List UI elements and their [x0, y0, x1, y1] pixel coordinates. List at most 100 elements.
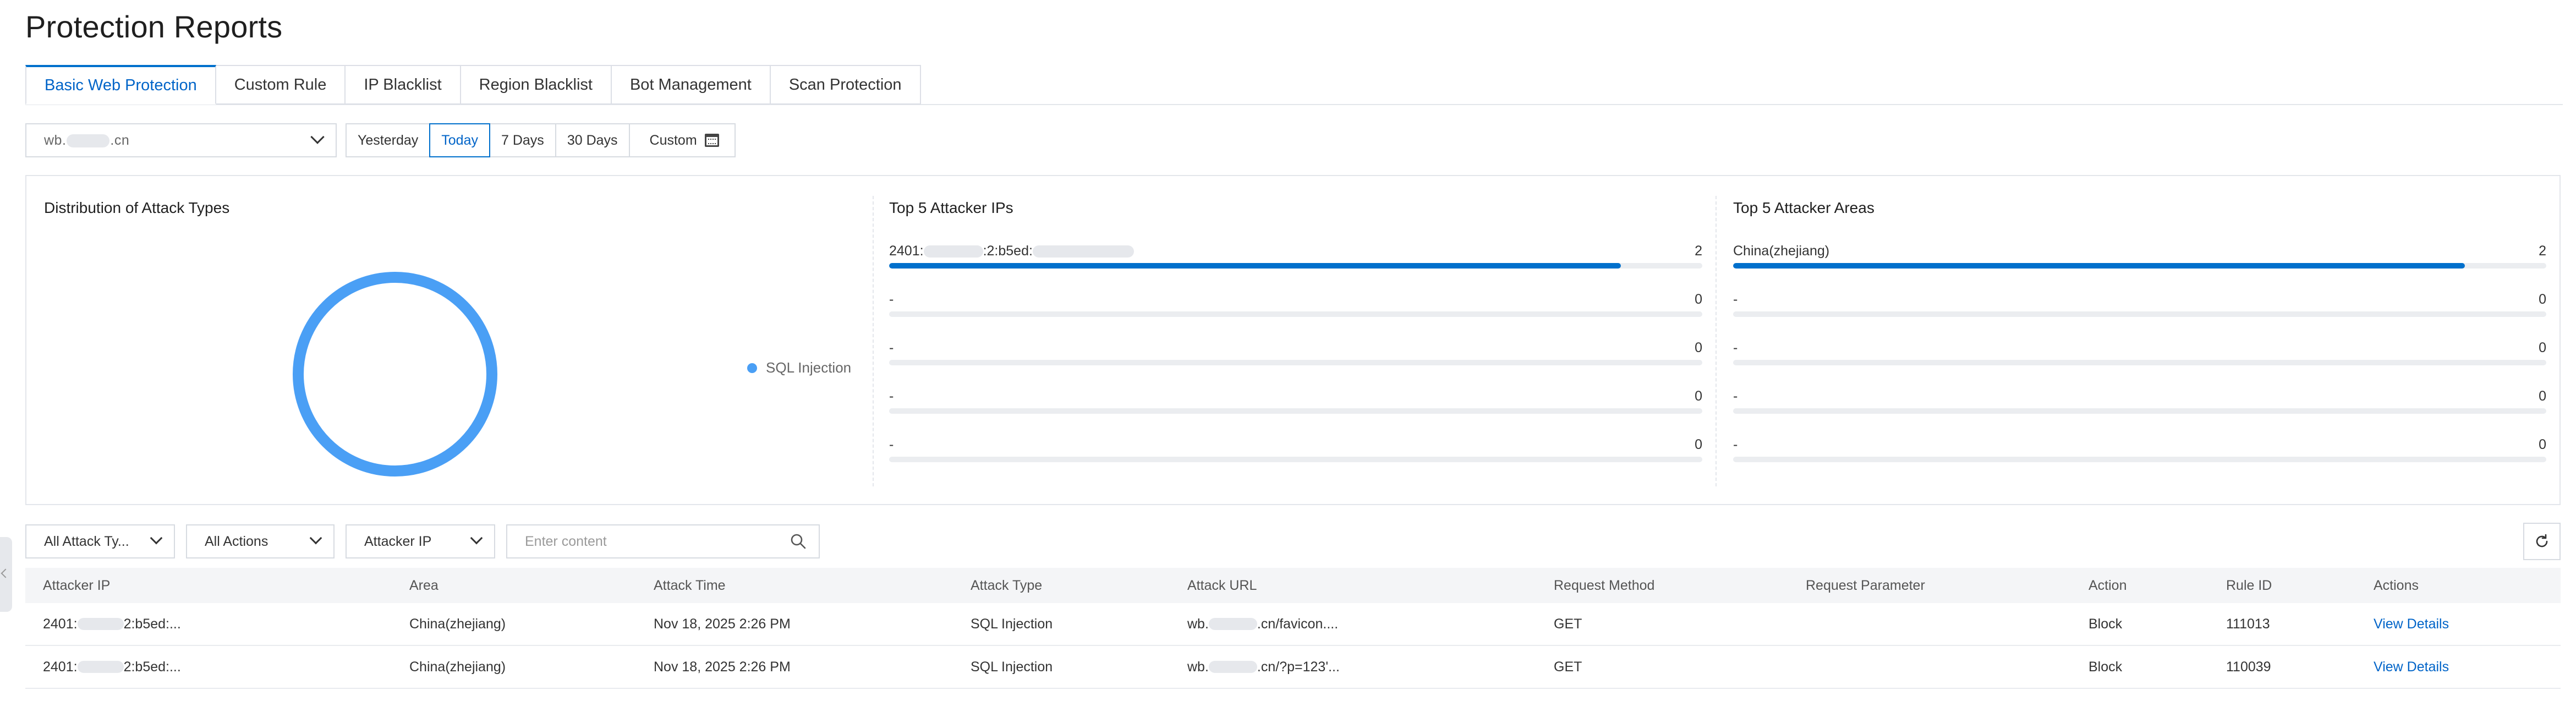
search-icon[interactable] [790, 533, 807, 550]
search-field-value: Attacker IP [364, 533, 432, 549]
top-ip-row: -0 [889, 431, 1702, 470]
top-ip-track [889, 263, 1702, 269]
top-area-fill [1733, 263, 2465, 269]
top-ip-track [889, 311, 1702, 317]
top-area-label: - [1733, 340, 1738, 355]
cell-action: Block [2089, 616, 2123, 632]
col-attacker-ip: Attacker IP [43, 577, 111, 593]
cell-attack-url: wb. .cn/favicon.... [1187, 616, 1339, 632]
chevron-down-icon [150, 532, 163, 545]
top-ip-fill [889, 263, 1621, 269]
view-details-link[interactable]: View Details [2374, 603, 2449, 645]
col-request-parameter: Request Parameter [1806, 577, 1925, 593]
top-area-row: -0 [1733, 383, 2546, 421]
panel-divider [873, 196, 874, 486]
attack-type-donut [293, 272, 497, 476]
sidebar-collapse-handle[interactable] [0, 537, 12, 612]
range-yesterday-button[interactable]: Yesterday [346, 123, 431, 157]
top-area-row: China(zhejiang) 2 [1733, 238, 2546, 276]
table-header: Attacker IP Area Attack Time Attack Type… [25, 568, 2561, 603]
top-area-label: - [1733, 437, 1738, 452]
top-area-track [1733, 311, 2546, 317]
cell-attack-url: wb. .cn/?p=123'... [1187, 659, 1340, 675]
range-custom-label: Custom [649, 132, 697, 148]
cell-request-method: GET [1554, 616, 1582, 632]
top-ip-count: 0 [1695, 437, 1702, 452]
range-30-days-button[interactable]: 30 Days [555, 123, 630, 157]
legend-label: SQL Injection [766, 359, 852, 376]
col-attack-url: Attack URL [1187, 577, 1257, 593]
tab-scan-protection[interactable]: Scan Protection [770, 65, 921, 105]
tab-region-blacklist[interactable]: Region Blacklist [461, 65, 612, 105]
top-area-count: 0 [2539, 292, 2546, 307]
attack-type-filter-value: All Attack Ty... [44, 533, 129, 549]
cell-attack-time: Nov 18, 2025 2:26 PM [654, 659, 791, 675]
attack-distribution-title: Distribution of Attack Types [44, 199, 230, 216]
cell-rule-id: 110039 [2226, 659, 2271, 675]
page-title: Protection Reports [25, 9, 283, 44]
view-details-link[interactable]: View Details [2374, 646, 2449, 688]
table-row: 2401: 2:b5ed:... China(zhejiang) Nov 18, … [25, 603, 2561, 646]
tab-ip-blacklist[interactable]: IP Blacklist [346, 65, 461, 105]
col-rule-id: Rule ID [2226, 577, 2272, 593]
report-tabs: Basic Web Protection Custom Rule IP Blac… [25, 65, 921, 105]
top-ip-count: 0 [1695, 292, 1702, 307]
tab-bot-management[interactable]: Bot Management [611, 65, 771, 105]
range-today-button[interactable]: Today [429, 123, 490, 157]
overview-panel: Distribution of Attack Types SQL Injecti… [25, 175, 2561, 505]
donut-slice [293, 272, 497, 476]
cell-attacker-ip: 2401: 2:b5ed:... [43, 659, 181, 675]
top-area-track [1733, 263, 2546, 269]
time-range-group: Yesterday Today 7 Days 30 Days Custom [346, 123, 736, 157]
top-ips-title: Top 5 Attacker IPs [889, 199, 1013, 216]
cell-area: China(zhejiang) [409, 659, 506, 675]
top-area-row: -0 [1733, 431, 2546, 470]
legend-dot-icon [747, 363, 757, 373]
tab-custom-rule[interactable]: Custom Rule [216, 65, 346, 105]
range-7-days-button[interactable]: 7 Days [489, 123, 556, 157]
top-ip-row: -0 [889, 286, 1702, 325]
refresh-button[interactable] [2523, 523, 2561, 560]
action-filter-value: All Actions [205, 533, 268, 549]
cell-attack-time: Nov 18, 2025 2:26 PM [654, 616, 791, 632]
col-action: Action [2089, 577, 2127, 593]
col-attack-time: Attack Time [654, 577, 726, 593]
top-ip-count: 0 [1695, 340, 1702, 355]
top-area-track [1733, 457, 2546, 462]
col-area: Area [409, 577, 439, 593]
filter-bar: All Attack Ty... All Actions Attacker IP [25, 524, 820, 558]
cell-request-method: GET [1554, 659, 1582, 675]
top-ip-row: -0 [889, 335, 1702, 373]
action-filter[interactable]: All Actions [186, 524, 335, 558]
top-ip-label: 2401::2:b5ed: [889, 243, 1134, 259]
top-area-row: -0 [1733, 286, 2546, 325]
top-ip-track [889, 360, 1702, 365]
domain-select[interactable]: wb. .cn [25, 123, 337, 157]
search-field-select[interactable]: Attacker IP [346, 524, 495, 558]
top-ip-row: -0 [889, 383, 1702, 421]
top-area-row: -0 [1733, 335, 2546, 373]
donut-legend: SQL Injection [747, 359, 851, 376]
search-box [506, 524, 820, 558]
cell-attacker-ip: 2401: 2:b5ed:... [43, 616, 181, 632]
tab-basic-web-protection[interactable]: Basic Web Protection [25, 65, 216, 105]
top-area-count: 0 [2539, 340, 2546, 355]
attack-type-filter[interactable]: All Attack Ty... [25, 524, 175, 558]
table-row: 2401: 2:b5ed:... China(zhejiang) Nov 18, … [25, 646, 2561, 689]
domain-value: wb. .cn [44, 132, 130, 148]
col-actions: Actions [2374, 577, 2419, 593]
top-area-count: 0 [2539, 388, 2546, 404]
search-input[interactable] [525, 533, 778, 550]
top-area-count: 2 [2539, 243, 2546, 259]
top-ip-track [889, 408, 1702, 414]
panel-divider [1715, 196, 1717, 486]
range-custom-button[interactable]: Custom [628, 123, 736, 157]
top-areas-title: Top 5 Attacker Areas [1733, 199, 1875, 216]
chevron-down-icon [309, 532, 322, 545]
chevron-down-icon [310, 130, 325, 144]
cell-area: China(zhejiang) [409, 616, 506, 632]
col-request-method: Request Method [1554, 577, 1655, 593]
top-ip-label: - [889, 292, 894, 307]
top-area-label: China(zhejiang) [1733, 243, 1830, 259]
top-area-count: 0 [2539, 437, 2546, 452]
